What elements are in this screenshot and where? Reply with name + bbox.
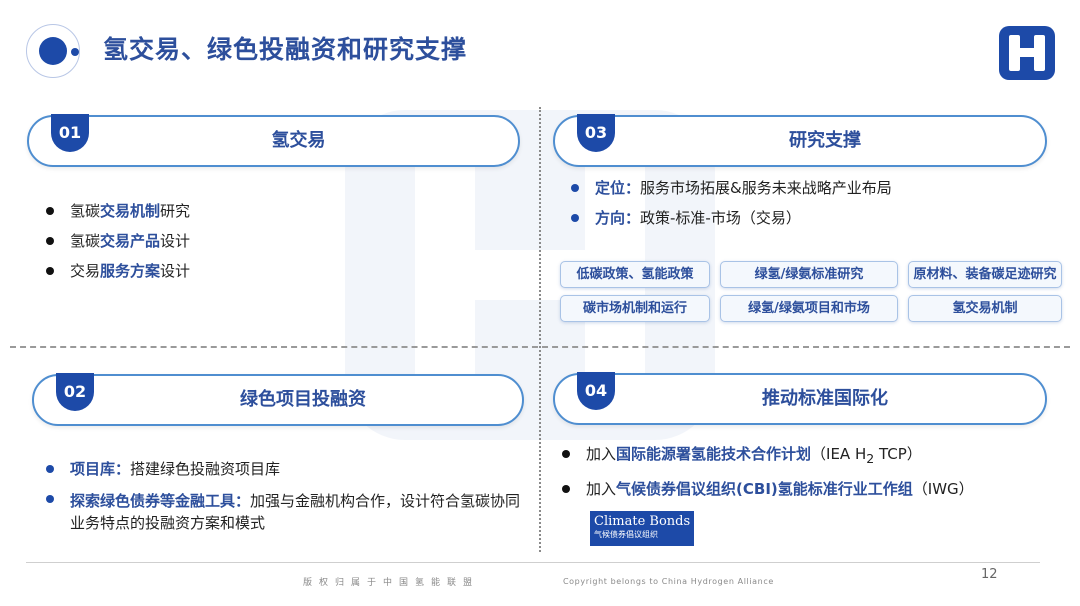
- title-dot-icon: [71, 48, 79, 56]
- title-circle-icon: [39, 37, 67, 65]
- section-01-header: 01 氢交易: [27, 114, 520, 167]
- h-logo-icon: [999, 26, 1055, 80]
- section-04-list: 加入国际能源署氢能技术合作计划（IEA H2 TCP） 加入气候债券倡议组织(C…: [562, 439, 1067, 504]
- section-number: 03: [577, 114, 615, 152]
- list-item: 定位：服务市场拓展&服务未来战略产业布局: [571, 173, 1051, 203]
- page-number: 12: [981, 567, 998, 582]
- climate-bonds-logo: Climate Bonds 气候债券倡议组织: [590, 511, 694, 546]
- research-tag: 碳市场机制和运行: [560, 295, 710, 322]
- research-tag: 绿氢/绿氨标准研究: [720, 261, 898, 288]
- section-title: 研究支撑: [789, 130, 861, 151]
- section-title: 氢交易: [271, 130, 326, 151]
- section-01-list: 氢碳交易机制研究 氢碳交易产品设计 交易服务方案设计: [46, 196, 506, 286]
- section-02-header: 02 绿色项目投融资: [32, 373, 524, 426]
- research-tag: 绿氢/绿氨项目和市场: [720, 295, 898, 322]
- section-02-list: 项目库：搭建绿色投融资项目库 探索绿色债券等金融工具：加强与金融机构合作，设计符…: [46, 454, 526, 534]
- section-number: 01: [51, 114, 89, 152]
- section-03-header: 03 研究支撑: [553, 114, 1047, 167]
- section-number: 02: [56, 373, 94, 411]
- footer-copyright-cn: 版权归属于中国氢能联盟: [303, 578, 480, 588]
- footer-divider: [26, 562, 1040, 563]
- slide-title: 氢交易、绿色投融资和研究支撑: [103, 35, 468, 64]
- list-item: 氢碳交易机制研究: [46, 196, 506, 226]
- research-tag: 原材料、装备碳足迹研究: [908, 261, 1062, 288]
- footer-copyright-en: Copyright belongs to China Hydrogen Alli…: [563, 577, 774, 586]
- horizontal-divider: [10, 346, 1070, 348]
- list-item: 加入国际能源署氢能技术合作计划（IEA H2 TCP）: [562, 439, 1067, 474]
- list-item: 加入气候债券倡议组织(CBI)氢能标准行业工作组（IWG）: [562, 474, 1067, 504]
- section-04-header: 04 推动标准国际化: [553, 372, 1047, 425]
- section-title: 推动标准国际化: [762, 388, 888, 409]
- research-tag: 氢交易机制: [908, 295, 1062, 322]
- list-item: 方向：政策-标准-市场（交易）: [571, 203, 1051, 233]
- section-title: 绿色项目投融资: [240, 389, 366, 410]
- section-03-list: 定位：服务市场拓展&服务未来战略产业布局 方向：政策-标准-市场（交易）: [571, 173, 1051, 233]
- list-item: 氢碳交易产品设计: [46, 226, 506, 256]
- section-number: 04: [577, 372, 615, 410]
- list-item: 探索绿色债券等金融工具：加强与金融机构合作，设计符合氢碳协同业务特点的投融资方案…: [46, 484, 526, 534]
- research-tag: 低碳政策、氢能政策: [560, 261, 710, 288]
- title-decoration-icon: [26, 24, 80, 78]
- research-tags: 低碳政策、氢能政策 绿氢/绿氨标准研究 原材料、装备碳足迹研究 碳市场机制和运行…: [560, 261, 1062, 322]
- vertical-divider: [539, 107, 541, 552]
- list-item: 交易服务方案设计: [46, 256, 506, 286]
- list-item: 项目库：搭建绿色投融资项目库: [46, 454, 526, 484]
